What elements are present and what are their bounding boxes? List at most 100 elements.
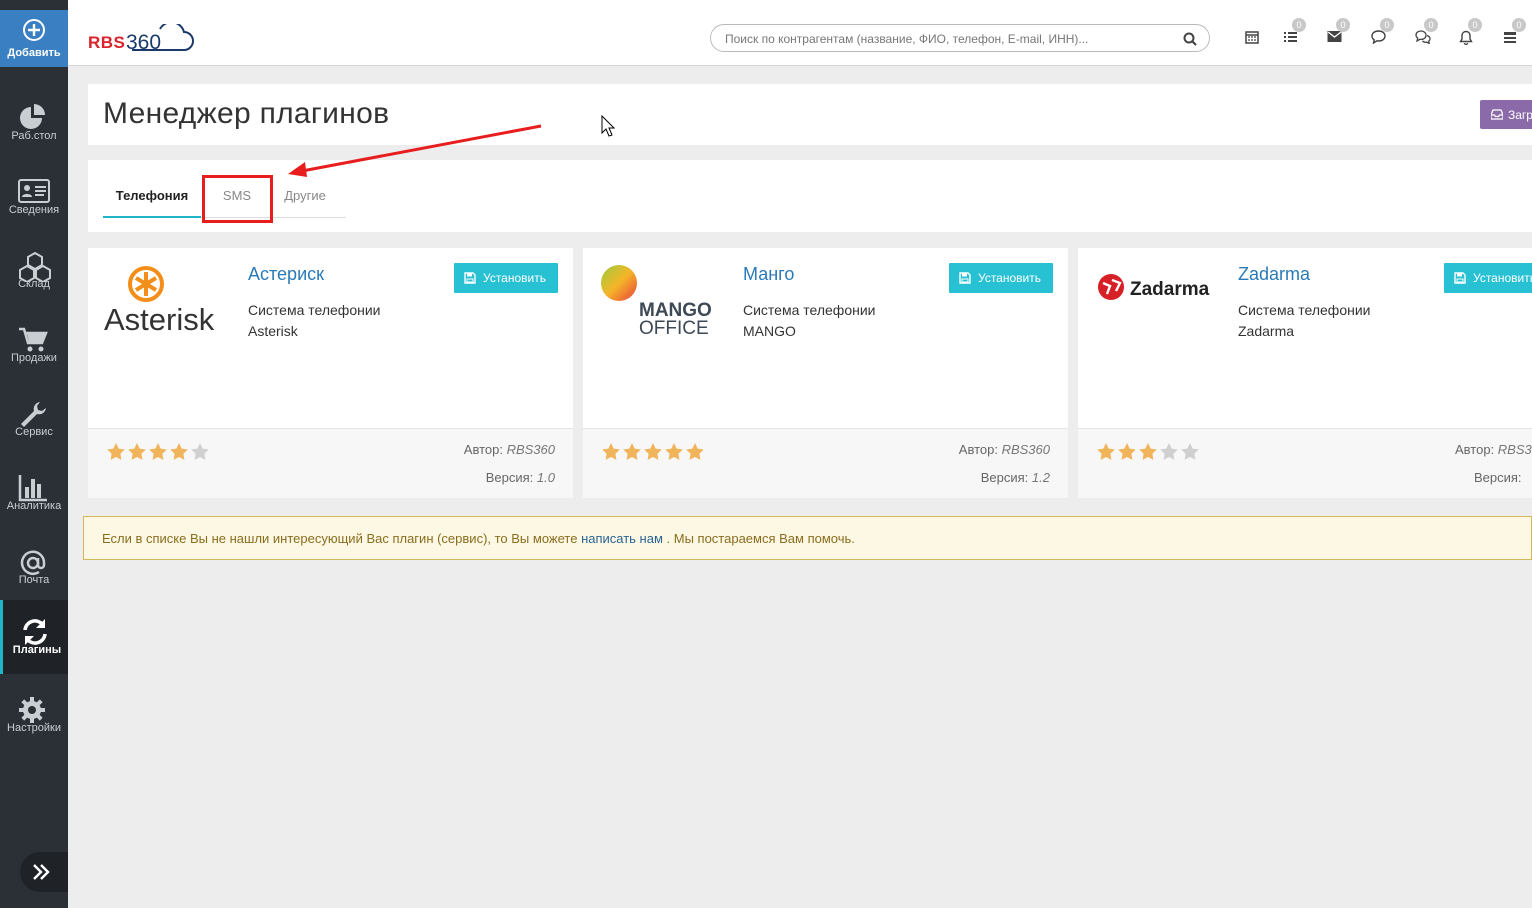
tab-telephony[interactable]: Телефония xyxy=(103,178,201,218)
sidebar-item-info[interactable]: Сведения xyxy=(0,160,68,234)
sidebar-collapse-button[interactable] xyxy=(20,852,68,892)
contact-us-link[interactable]: написать нам xyxy=(581,531,663,546)
menu-icon xyxy=(1504,32,1516,43)
star-filled-icon xyxy=(686,443,704,460)
tasks-button[interactable]: 0 xyxy=(1283,18,1306,48)
sidebar-item-analytics[interactable]: Аналитика xyxy=(0,456,68,530)
badge-count: 0 xyxy=(1512,18,1526,32)
plugin-description-line: Система телефонии xyxy=(1238,302,1371,318)
info-alert: Если в списке Вы не нашли интересующий В… xyxy=(83,516,1532,560)
author-label: Автор: xyxy=(1455,442,1495,457)
sidebar-item-label: Почта xyxy=(18,574,50,586)
sidebar-item-warehouse[interactable]: Склад xyxy=(0,234,68,308)
badge-count: 0 xyxy=(1292,18,1306,32)
inbox-icon xyxy=(1491,109,1503,120)
star-filled-icon xyxy=(1118,443,1136,460)
annotation-highlight-box xyxy=(202,175,273,223)
plus-circle-icon xyxy=(23,19,45,41)
tabs-panel: Телефония SMS Другие xyxy=(88,160,1532,232)
mail-button[interactable]: 0 xyxy=(1327,18,1350,48)
upload-button[interactable]: Загр xyxy=(1480,100,1532,129)
sidebar-item-sales[interactable]: Продажи xyxy=(0,308,68,382)
plugin-author: Автор: RBS360 xyxy=(1455,442,1532,457)
plugin-name[interactable]: Манго xyxy=(743,264,794,285)
install-button[interactable]: Установить xyxy=(949,263,1053,293)
mango-logo: MANGO OFFICE xyxy=(597,262,737,342)
version-value: 1.0 xyxy=(536,470,555,485)
plugin-version: Версия: 1.0 xyxy=(486,470,555,485)
cloud-icon xyxy=(132,24,194,51)
asterisk-logo-text: Asterisk xyxy=(104,302,215,337)
plugin-author: Автор: RBS360 xyxy=(959,442,1050,457)
version-label: Версия: xyxy=(1474,470,1522,485)
search-input[interactable] xyxy=(725,30,1165,47)
star-filled-icon xyxy=(1097,443,1115,460)
sidebar-item-label: Аналитика xyxy=(6,500,62,512)
install-button-label: Установить xyxy=(1473,271,1532,285)
search-box xyxy=(710,24,1210,52)
sidebar-item-service[interactable]: Сервис xyxy=(0,382,68,456)
list-icon xyxy=(1284,32,1297,42)
sidebar-item-label: Плагины xyxy=(12,644,62,656)
rating-stars xyxy=(106,442,211,462)
zadarma-logo: Zadarma xyxy=(1092,262,1232,342)
badge-count: 0 xyxy=(1336,18,1350,32)
star-empty-icon xyxy=(1181,443,1199,460)
sidebar-item-settings[interactable]: Настройки xyxy=(0,678,68,752)
comments-icon xyxy=(1415,30,1431,45)
plugin-description-line: MANGO xyxy=(743,323,796,339)
plugin-name[interactable]: Zadarma xyxy=(1238,264,1310,285)
asterisk-logo: Asterisk xyxy=(102,262,242,342)
install-button[interactable]: Установить xyxy=(1444,263,1532,293)
plugin-version: Версия: 1.2 xyxy=(981,470,1050,485)
shopping-cart-icon xyxy=(19,327,48,352)
user-menu-button[interactable]: 0 xyxy=(1503,18,1526,48)
sidebar-item-desktop[interactable]: Раб.стол xyxy=(0,86,68,160)
alert-text: Если в списке Вы не нашли интересующий В… xyxy=(102,531,855,546)
id-card-icon xyxy=(18,179,50,203)
bar-chart-icon xyxy=(18,475,47,502)
chat-button[interactable]: 0 xyxy=(1371,18,1394,48)
plugin-card-footer: Автор: RBS360 Версия: 1.0 xyxy=(88,428,573,498)
double-chevron-right-icon xyxy=(33,864,50,880)
conversations-button[interactable]: 0 xyxy=(1415,18,1438,48)
search-icon[interactable] xyxy=(1183,32,1197,46)
rating-stars xyxy=(1096,442,1201,462)
calendar-button[interactable] xyxy=(1245,30,1263,48)
star-filled-icon xyxy=(623,443,641,460)
sidebar-item-mail[interactable]: Почта xyxy=(0,530,68,604)
plugin-description: Система телефонии MANGO xyxy=(743,300,943,342)
plugin-name[interactable]: Астериск xyxy=(248,264,324,285)
plugin-description-line: Asterisk xyxy=(248,323,298,339)
plugin-description-line: Система телефонии xyxy=(743,302,876,318)
notifications-button[interactable]: 0 xyxy=(1459,18,1482,48)
plugin-description-line: Система телефонии xyxy=(248,302,381,318)
plugin-description-line: Zadarma xyxy=(1238,323,1295,339)
page-title: Менеджер плагинов xyxy=(103,97,390,130)
sidebar-item-plugins[interactable]: Плагины xyxy=(0,600,68,674)
comment-icon xyxy=(1371,30,1386,45)
top-header: RBS 360 0 0 0 0 0 0 xyxy=(68,10,1532,66)
star-filled-icon xyxy=(644,443,662,460)
badge-count: 0 xyxy=(1424,18,1438,32)
zadarma-logo-text: Zadarma xyxy=(1130,279,1210,300)
upload-button-label: Загр xyxy=(1508,108,1532,122)
tab-other[interactable]: Другие xyxy=(273,178,337,218)
sidebar-item-label: Сведения xyxy=(8,204,60,216)
star-empty-icon xyxy=(1160,443,1178,460)
author-value: RBS360 xyxy=(1001,442,1050,457)
add-button[interactable]: Добавить xyxy=(0,10,68,67)
rating-stars xyxy=(601,442,706,462)
install-button[interactable]: Установить xyxy=(454,263,558,293)
sidebar-item-label: Склад xyxy=(18,278,50,290)
app-logo[interactable]: RBS 360 xyxy=(88,22,194,56)
badge-count: 0 xyxy=(1468,18,1482,32)
version-value: 1.2 xyxy=(1031,470,1050,485)
save-icon xyxy=(464,272,476,284)
envelope-icon xyxy=(1327,31,1342,42)
star-filled-icon xyxy=(602,443,620,460)
plugin-description: Система телефонии Asterisk xyxy=(248,300,448,342)
sidebar-item-label: Настройки xyxy=(7,722,61,734)
plugin-card-zadarma: Zadarma Zadarma Система телефонии Zadarm… xyxy=(1078,248,1532,498)
author-label: Автор: xyxy=(958,442,998,457)
